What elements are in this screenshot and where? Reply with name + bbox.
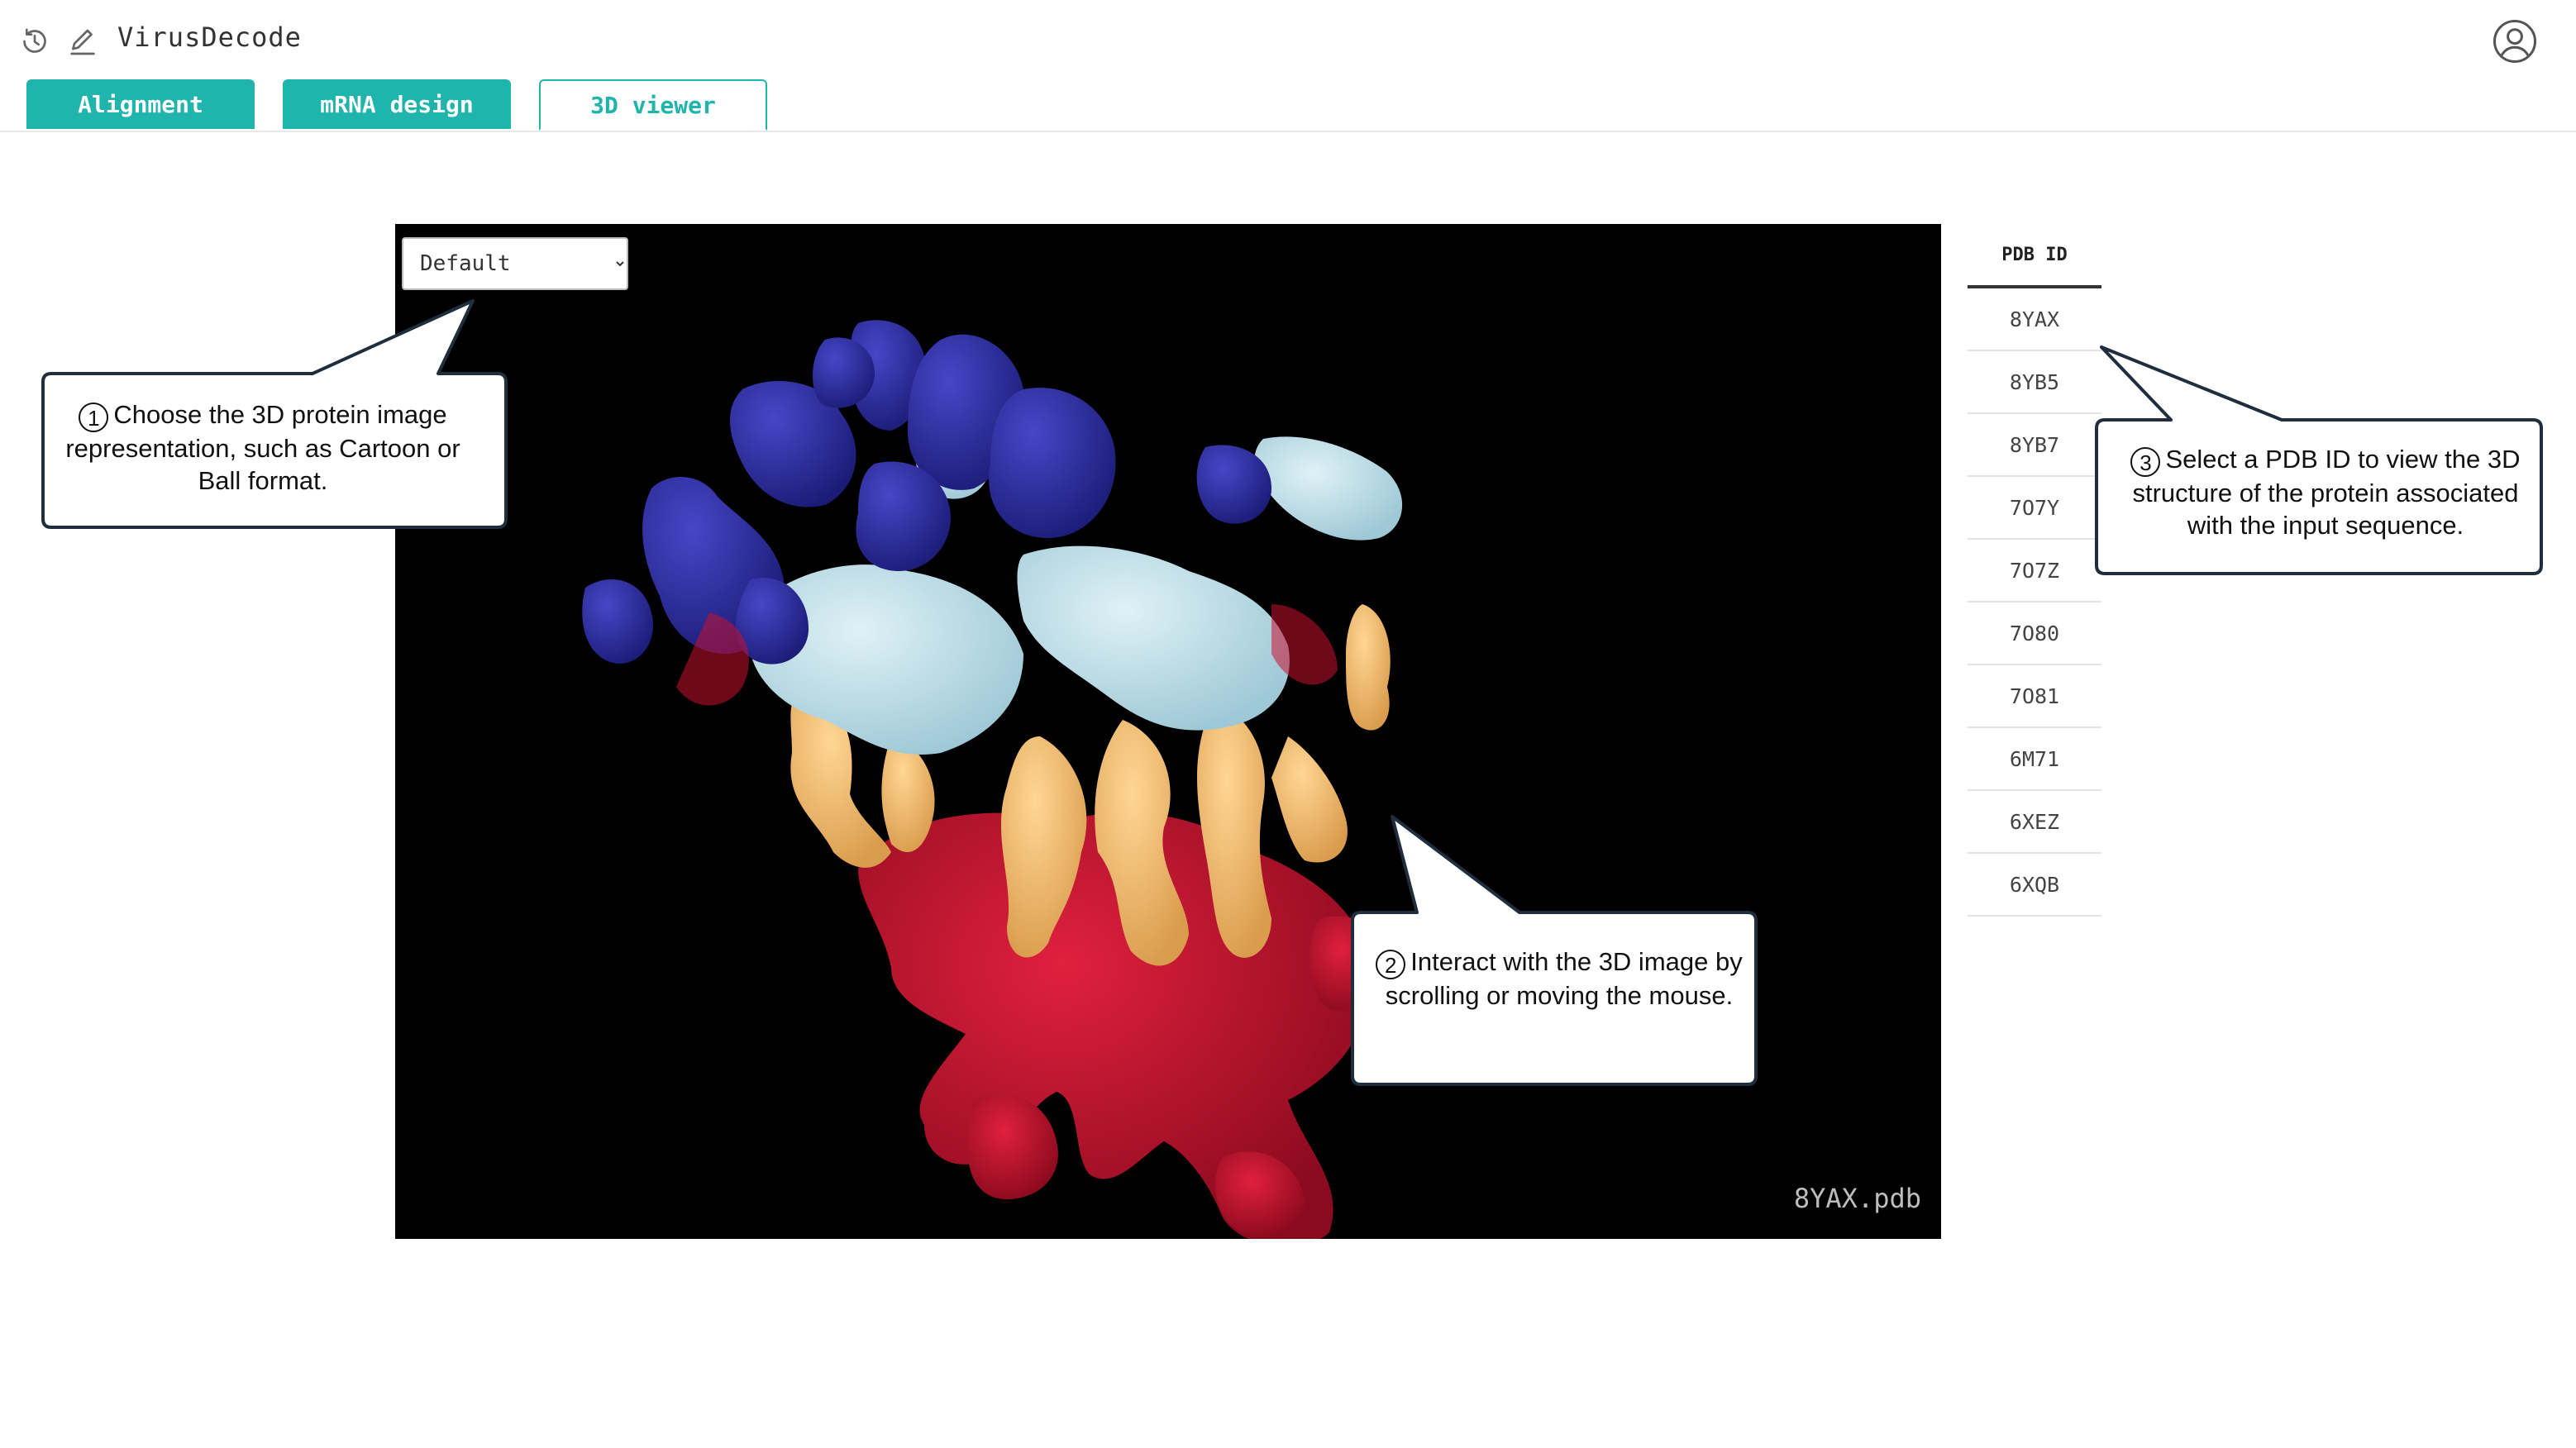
- callout-3-text: 3 Select a PDB ID to view the 3D structur…: [2106, 443, 2545, 541]
- pdb-row-6m71[interactable]: 6M71: [1968, 728, 2101, 791]
- pdb-row-8yax[interactable]: 8YAX: [1968, 288, 2101, 351]
- callout-2-number: 2: [1376, 950, 1406, 979]
- tab-alignment[interactable]: Alignment: [26, 79, 255, 129]
- history-icon[interactable]: [18, 25, 51, 58]
- callout-2-label: Interact with the 3D image by scrolling …: [1385, 947, 1743, 1010]
- callout-1-label: Choose the 3D protein image representati…: [65, 400, 460, 495]
- callout-3-number: 3: [2130, 447, 2161, 477]
- pdb-file-label: 8YAX.pdb: [1793, 1183, 1921, 1214]
- pdb-id-header: PDB ID: [1968, 224, 2101, 288]
- tab-3d-viewer[interactable]: 3D viewer: [539, 79, 767, 131]
- pdb-row-6xqb[interactable]: 6XQB: [1968, 854, 2101, 917]
- user-account-icon[interactable]: [2492, 18, 2538, 64]
- callout-1-text: 1 Choose the 3D protein image representat…: [48, 398, 478, 497]
- protein-structure-render[interactable]: [395, 224, 1941, 1239]
- pdb-id-table: PDB ID 8YAX 8YB5 8YB7 7O7Y 7O7Z 7O80 7O8…: [1968, 224, 2101, 917]
- callout-1-number: 1: [79, 402, 109, 432]
- representation-select[interactable]: Default: [402, 237, 628, 290]
- app-title: VirusDecode: [117, 21, 302, 53]
- tab-bar: Alignment mRNA design 3D viewer: [0, 79, 2576, 132]
- top-bar: VirusDecode: [0, 0, 2576, 79]
- callout-3-label: Select a PDB ID to view the 3D structure…: [2132, 445, 2521, 540]
- pdb-row-8yb7[interactable]: 8YB7: [1968, 414, 2101, 477]
- callout-2-text: 2 Interact with the 3D image by scrolling…: [1362, 945, 1756, 1012]
- pdb-row-6xez[interactable]: 6XEZ: [1968, 791, 2101, 854]
- 3d-viewer-canvas[interactable]: Default 8YAX.pdb: [395, 224, 1941, 1239]
- pdb-row-7o81[interactable]: 7O81: [1968, 665, 2101, 728]
- edit-icon[interactable]: [66, 25, 99, 58]
- pdb-row-7o7y[interactable]: 7O7Y: [1968, 477, 2101, 540]
- pdb-row-8yb5[interactable]: 8YB5: [1968, 351, 2101, 414]
- pdb-row-7o7z[interactable]: 7O7Z: [1968, 540, 2101, 603]
- pdb-row-7o80[interactable]: 7O80: [1968, 603, 2101, 665]
- tab-mrna-design[interactable]: mRNA design: [283, 79, 511, 129]
